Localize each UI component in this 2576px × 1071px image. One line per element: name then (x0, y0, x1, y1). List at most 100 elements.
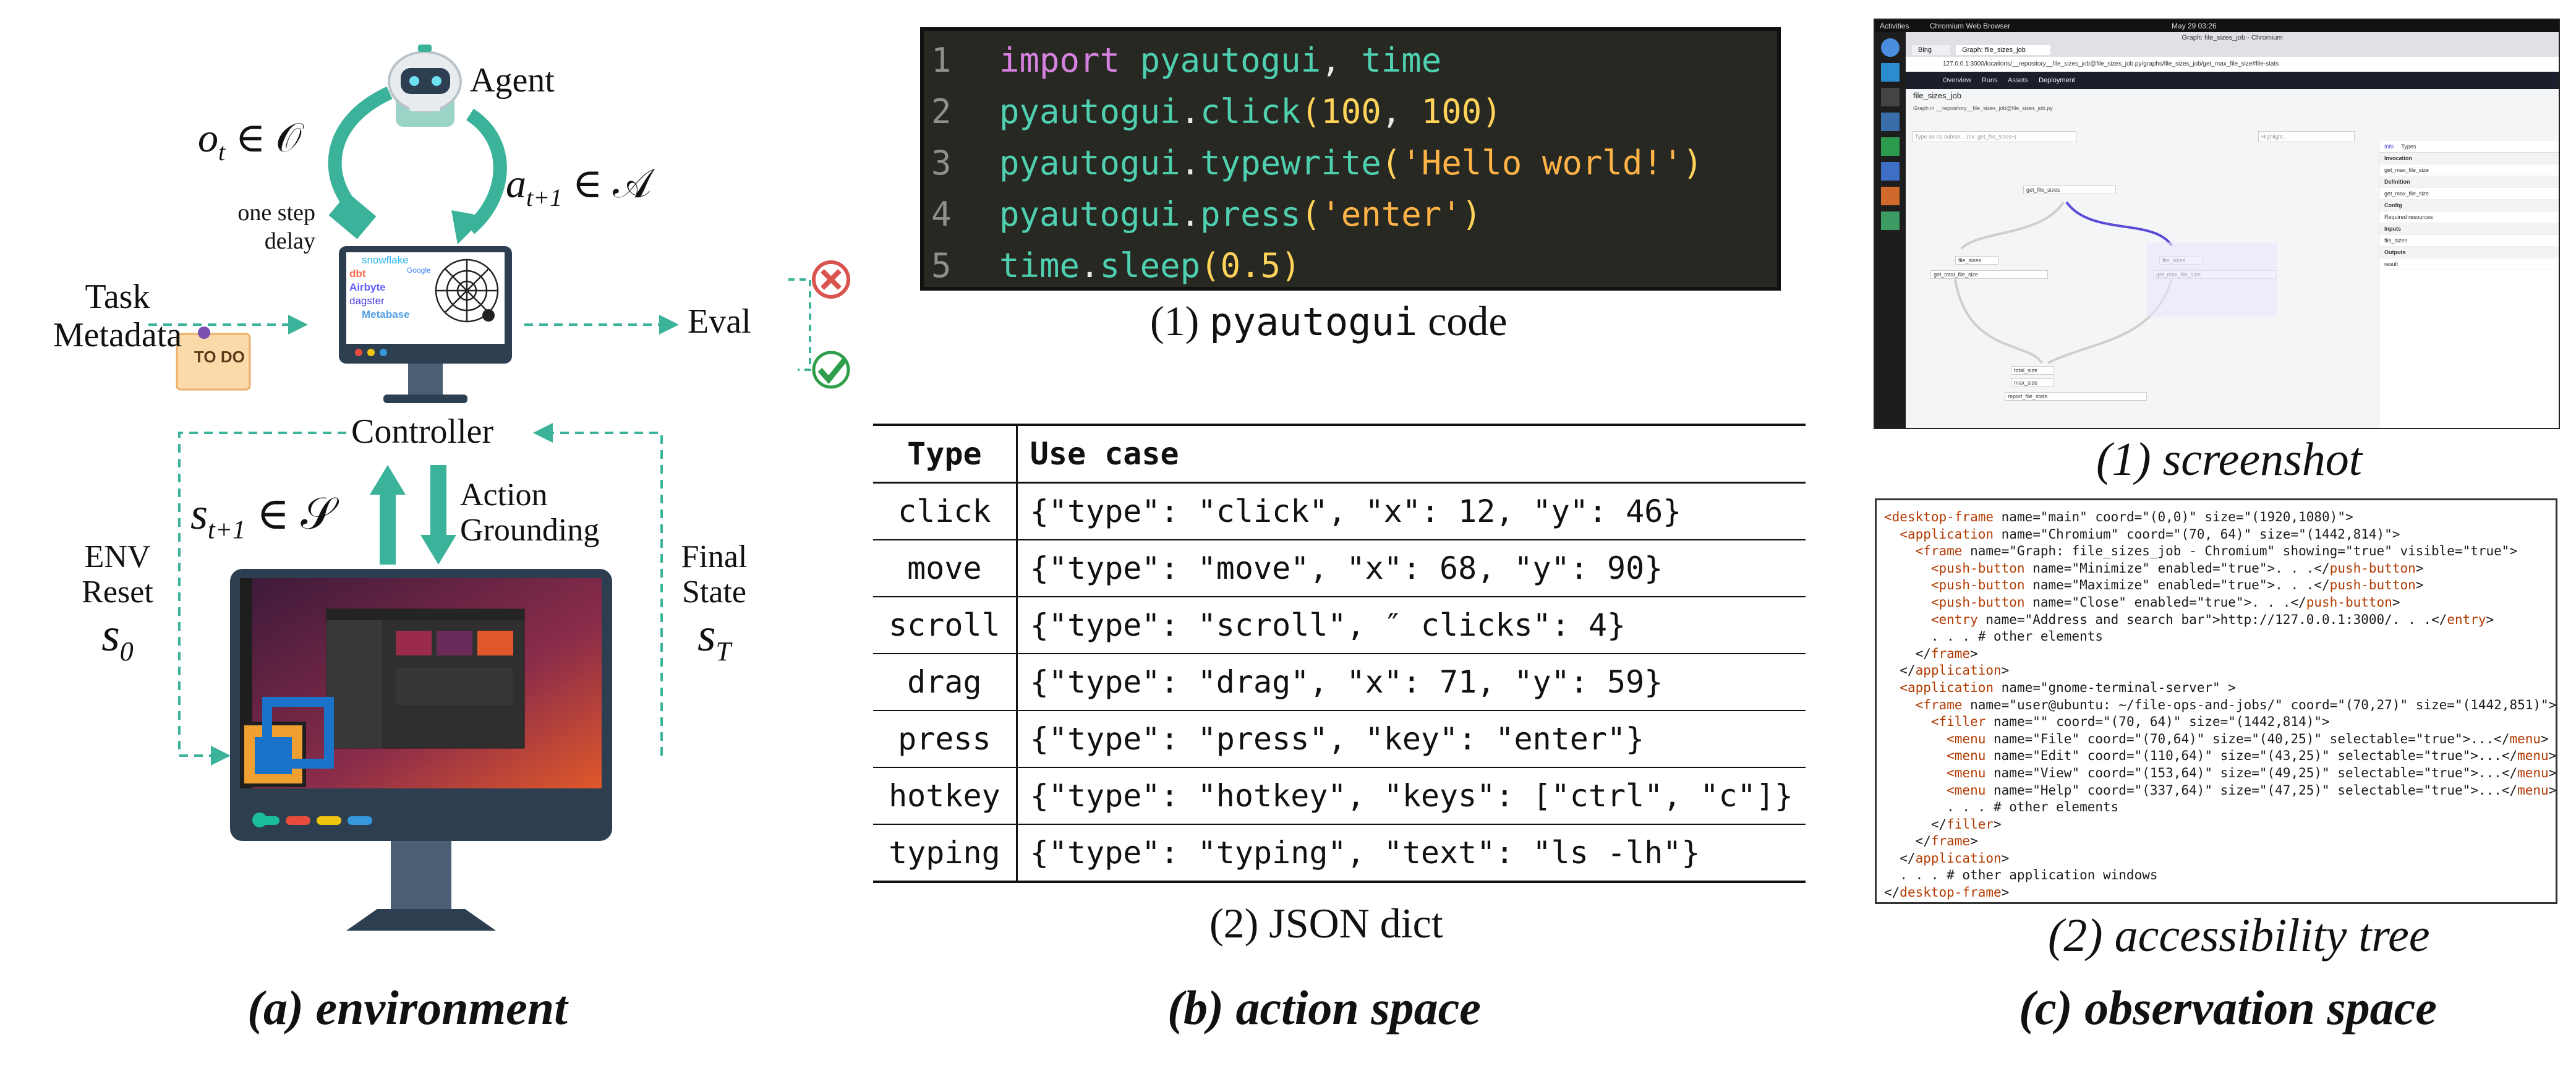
obs-subscript: t (218, 138, 226, 166)
code-token: , (1381, 92, 1422, 131)
tree-text: name="Close" enabled="true">. . .</ (2024, 594, 2306, 610)
code-token: . (1180, 195, 1201, 234)
tree-line: <filler name="" coord="(70, 64)" size="(… (1884, 714, 2548, 731)
tree-line: <frame name="user@ubuntu: ~/file-ops-and… (1884, 697, 2556, 714)
tree-text: name="Chromium" coord="(70, 64)" size="(… (1994, 526, 2400, 542)
tree-tag: frame (1930, 834, 1971, 849)
tree-line: <entry name="Address and search bar">htt… (1884, 612, 2548, 629)
browser-window: Graph: file_sizes_job - Chromium Bing Gr… (1906, 32, 2559, 428)
env-reset-label: ENV Reset s0 (68, 539, 167, 667)
tree-tag: filler (1947, 816, 1994, 832)
code-token: press (1200, 195, 1301, 234)
logo-airbyte: Airbyte (349, 281, 386, 293)
vscode-dock-icon[interactable] (1881, 63, 1900, 82)
table-row: drag {"type": "drag", "x": 71, "y": 59} (873, 654, 1806, 710)
sidebar-section[interactable]: Definition (2379, 176, 2559, 188)
tree-tag: <filler (1930, 714, 1986, 730)
info-sidebar: Info Types Invocation get_max_file_size De… (2379, 141, 2559, 428)
screenshot-thumbnail: Activities Chromium Web Browser May 29 0… (1874, 19, 2560, 429)
tree-text: > (1994, 816, 2002, 832)
accessibility-tree: <desktop-frame name="main" coord="(0,0)"… (1875, 498, 2557, 904)
tree-text: </ (1884, 816, 1947, 832)
panel-a-caption: (a) environment (247, 981, 568, 1035)
sidebar-section: file_sizes (2379, 235, 2559, 247)
code-caption: (1) pyautogui code (1150, 297, 1508, 346)
agent-label: Agent (470, 61, 555, 100)
code-token: . (1180, 143, 1201, 182)
tree-lines: <desktop-frame name="main" coord="(0,0)"… (1884, 509, 2556, 902)
sidebar-section[interactable]: Inputs (2379, 223, 2559, 235)
chromium-dock-icon[interactable] (1881, 38, 1900, 57)
impress-dock-icon[interactable] (1881, 187, 1900, 205)
delay-label: one step delay (229, 199, 315, 255)
sidebar-section: get_max_file_size (2379, 164, 2559, 176)
tree-line: <frame name="Graph: file_sizes_job - Chr… (1884, 543, 2548, 560)
code-token: sleep (1099, 246, 1201, 285)
code-token: pyautogui (999, 195, 1180, 234)
tree-text: </ (1884, 850, 1916, 866)
files-dock-icon[interactable] (1881, 113, 1900, 131)
eval-label: Eval (688, 302, 751, 341)
terminal-dock-icon[interactable] (1881, 88, 1900, 106)
tree-tag: menu (2509, 731, 2541, 746)
task-metadata-label: Task Metadata (49, 278, 186, 354)
tree-text (1884, 698, 1916, 712)
sT-subscript: T (715, 636, 731, 667)
action-use-case-cell: {"type": "hotkey", "keys": ["ctrl", "c"]… (1030, 778, 1793, 814)
table-caption: (2) JSON dict (1209, 900, 1443, 947)
tree-text (1884, 783, 1947, 798)
action-table-body: click {"type": "click", "x": 12, "y": 46}… (873, 482, 1806, 882)
state-subscript: t+1 (208, 516, 246, 545)
calc-dock-icon[interactable] (1881, 137, 1900, 156)
code-token: import (999, 41, 1140, 80)
logo-snowflake: snowflake (362, 254, 409, 266)
sidebar-tab-types[interactable]: Types (2401, 143, 2416, 150)
store-dock-icon[interactable] (1881, 211, 1900, 230)
final-state-label: Final State sT (668, 539, 761, 667)
code-line: 5 time.sleep(0.5) (924, 240, 1777, 291)
tree-line: <menu name="View" coord="(153,64)" size=… (1884, 765, 2556, 782)
state-symbol: s (190, 489, 208, 539)
table-row: scroll {"type": "scroll", ″ clicks": 4} (873, 597, 1806, 654)
tree-text: > (2548, 782, 2557, 798)
tree-tag: push-button (2329, 578, 2416, 593)
tree-text: > (2001, 850, 2010, 866)
todo-label: TO DO (194, 348, 245, 366)
panel-c-caption: (c) observation space (2019, 981, 2437, 1035)
tree-tag: <menu (1947, 731, 1986, 746)
code-token: . (1080, 246, 1100, 285)
tree-tag: <push-button (1930, 578, 2025, 593)
action-type-cell: typing (873, 824, 1018, 882)
tree-line: <push-button name="Close" enabled="true"… (1884, 594, 2548, 612)
table-row: click {"type": "click", "x": 12, "y": 46} (873, 482, 1806, 540)
sidebar-tab-info[interactable]: Info (2384, 143, 2394, 150)
tree-text (1884, 748, 1947, 763)
action-type-cell: drag (873, 654, 1018, 710)
action-grounding-line1: Action (460, 477, 548, 513)
ubuntu-dock (1875, 32, 1906, 428)
final-state-line1: Final (681, 539, 748, 574)
code-token: ) (1482, 92, 1502, 131)
tree-text (1884, 766, 1947, 780)
tree-text: > (1970, 646, 1978, 661)
tree-tag: <menu (1947, 782, 1986, 798)
sidebar-section[interactable]: Invocation (2379, 153, 2559, 164)
tree-text (1884, 527, 1900, 542)
tree-tag: <entry (1930, 612, 1978, 627)
table-row: hotkey {"type": "hotkey", "keys": ["ctrl"… (873, 767, 1806, 824)
code-caption-suffix: code (1417, 297, 1508, 344)
logo-metabase: Metabase (362, 309, 410, 320)
sidebar-section[interactable]: Outputs (2379, 247, 2559, 258)
activities-label: Activities (1880, 22, 1909, 30)
action-table: Type Use case click {"type": "click", "x"… (873, 424, 1806, 883)
tree-line: </frame> (1884, 833, 2548, 850)
table-row: press {"type": "press", "key": "enter"} (873, 710, 1806, 767)
tree-text: > (2001, 885, 2010, 900)
tree-line: . . . # other elements (1884, 628, 2548, 646)
code-token: 0.5 (1220, 246, 1281, 285)
environment-diagram (148, 45, 850, 931)
tree-line: <application name="Chromium" coord="(70,… (1884, 526, 2548, 544)
code-caption-prefix: (1) (1150, 297, 1210, 344)
sidebar-section[interactable]: Config (2379, 200, 2559, 211)
writer-dock-icon[interactable] (1881, 162, 1900, 181)
